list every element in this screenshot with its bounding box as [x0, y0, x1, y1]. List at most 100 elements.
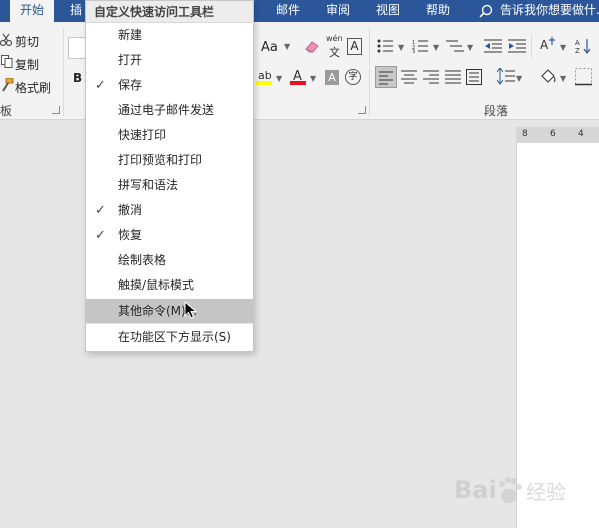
menu-item-open[interactable]: 打开 [86, 48, 253, 73]
menu-item-label: 快速打印 [118, 128, 167, 142]
borders-icon[interactable] [575, 68, 593, 86]
ruler-tick: 8 [522, 129, 528, 139]
enclose-char-button[interactable]: 字 [345, 69, 361, 85]
chevron-down-icon[interactable]: ▼ [467, 43, 473, 52]
menu-item-label: 打印预览和打印 [118, 153, 203, 167]
horizontal-ruler[interactable]: 8 6 4 [516, 127, 599, 143]
bold-button[interactable]: B [73, 71, 82, 85]
group-divider [369, 28, 370, 116]
customize-qat-menu: 自定义快速访问工具栏 新建 打开 ✓ 保存 通过电子邮件发送 快速打印 打印预览… [85, 0, 254, 352]
shading-bucket-icon[interactable] [539, 68, 557, 86]
menu-item-quick-print[interactable]: 快速打印 [86, 123, 253, 148]
justify-icon[interactable] [445, 70, 461, 84]
menu-item-undo[interactable]: ✓ 撤消 [86, 198, 253, 223]
svg-text:3: 3 [412, 49, 415, 53]
multilevel-list-icon[interactable] [446, 39, 466, 53]
phonetic-guide-button[interactable]: wén 文 [326, 34, 344, 59]
font-name-input[interactable] [68, 37, 86, 59]
tab-mailings[interactable]: 邮件 [276, 0, 300, 22]
menu-title: 自定义快速访问工具栏 [86, 1, 253, 23]
char-shading-button[interactable]: A [325, 70, 339, 85]
chevron-down-icon[interactable]: ▼ [310, 74, 316, 83]
menu-item-draw-table[interactable]: 绘制表格 [86, 248, 253, 273]
tab-home[interactable]: 开始 [10, 0, 55, 22]
clipboard-launcher-icon[interactable] [52, 106, 60, 114]
chevron-down-icon[interactable]: ▼ [276, 74, 282, 83]
cut-button[interactable]: 剪切 [15, 33, 39, 50]
menu-item-email[interactable]: 通过电子邮件发送 [86, 98, 253, 123]
sort-icon[interactable]: A Z [575, 38, 591, 54]
chevron-down-icon[interactable]: ▼ [560, 74, 566, 83]
change-case-button[interactable]: Aa [261, 40, 278, 55]
distributed-icon[interactable] [466, 69, 482, 85]
svg-text:经验: 经验 [526, 480, 566, 504]
chevron-down-icon[interactable]: ▼ [398, 43, 404, 52]
ruler-tick: 6 [550, 129, 556, 139]
char-border-button[interactable]: A [347, 38, 362, 55]
check-icon: ✓ [95, 203, 106, 218]
menu-item-more-commands[interactable]: 其他命令(M)... [86, 299, 253, 324]
line-spacing-icon[interactable] [497, 68, 515, 86]
menu-item-label: 打开 [118, 53, 143, 67]
tab-insert[interactable]: 插 [70, 0, 82, 22]
numbered-list-icon[interactable]: 1 2 3 [412, 39, 432, 53]
mouse-cursor-icon [184, 301, 198, 319]
paragraph-group-label: 段落 [484, 104, 509, 118]
menu-divider [86, 323, 253, 324]
check-icon: ✓ [95, 78, 106, 93]
format-painter-button[interactable]: 格式刷 [15, 79, 51, 96]
menu-item-label: 通过电子邮件发送 [118, 103, 215, 117]
ruler-tick: 4 [578, 129, 584, 139]
eraser-icon[interactable] [304, 39, 320, 53]
decrease-indent-icon[interactable] [484, 39, 502, 53]
clipboard-group-label: 板 [0, 104, 13, 118]
menu-item-label: 在功能区下方显示(S) [118, 330, 231, 344]
format-painter-icon[interactable] [0, 78, 14, 92]
phonetic-pinyin: wén [326, 34, 343, 43]
menu-item-show-below-ribbon[interactable]: 在功能区下方显示(S) [86, 325, 253, 350]
font-color-icon[interactable]: A [290, 68, 306, 86]
copy-button[interactable]: 复制 [15, 56, 39, 73]
tell-me-search[interactable]: 告诉我你想要做什... [500, 0, 599, 22]
group-divider [63, 28, 64, 116]
align-right-icon[interactable] [423, 70, 439, 84]
menu-item-label: 新建 [118, 28, 143, 42]
menu-item-print-preview[interactable]: 打印预览和打印 [86, 148, 253, 173]
scissors-icon[interactable] [0, 33, 12, 47]
menu-item-save[interactable]: ✓ 保存 [86, 73, 253, 98]
chevron-down-icon[interactable]: ▼ [560, 43, 566, 52]
svg-text:ab: ab [258, 69, 272, 82]
menu-item-redo[interactable]: ✓ 恢复 [86, 223, 253, 248]
menu-item-touch-mode[interactable]: 触摸/鼠标模式 [86, 273, 253, 298]
search-icon[interactable] [479, 4, 493, 18]
group-divider [531, 34, 532, 58]
menu-item-new[interactable]: 新建 [86, 23, 253, 48]
highlight-icon[interactable]: ab [256, 68, 272, 86]
align-left-icon [379, 71, 393, 85]
check-icon: ✓ [95, 228, 106, 243]
menu-item-spelling[interactable]: 拼写和语法 [86, 173, 253, 198]
copy-icon[interactable] [1, 55, 13, 68]
svg-text:Bai: Bai [454, 476, 497, 504]
tab-review[interactable]: 审阅 [326, 0, 350, 22]
svg-text:A: A [540, 38, 549, 52]
baidu-watermark-logo: Bai 经验 [454, 476, 566, 504]
svg-text:A: A [575, 39, 580, 47]
bullet-list-icon[interactable] [377, 39, 397, 53]
menu-item-label: 拼写和语法 [118, 178, 179, 192]
tab-view[interactable]: 视图 [376, 0, 400, 22]
chinese-layout-icon[interactable]: A [539, 37, 559, 54]
menu-item-label: 保存 [118, 78, 143, 92]
increase-indent-icon[interactable] [508, 39, 526, 53]
chevron-down-icon[interactable]: ▼ [433, 43, 439, 52]
tab-help[interactable]: 帮助 [426, 0, 450, 22]
font-launcher-icon[interactable] [358, 106, 366, 114]
phonetic-char-icon: 文 [329, 46, 340, 59]
menu-item-label: 撤消 [118, 203, 143, 217]
chevron-down-icon[interactable]: ▼ [516, 74, 522, 83]
svg-text:Z: Z [575, 47, 580, 54]
align-center-icon[interactable] [401, 70, 417, 84]
align-left-button[interactable] [375, 66, 397, 88]
chevron-down-icon[interactable]: ▼ [284, 42, 290, 51]
menu-item-label: 恢复 [118, 228, 143, 242]
